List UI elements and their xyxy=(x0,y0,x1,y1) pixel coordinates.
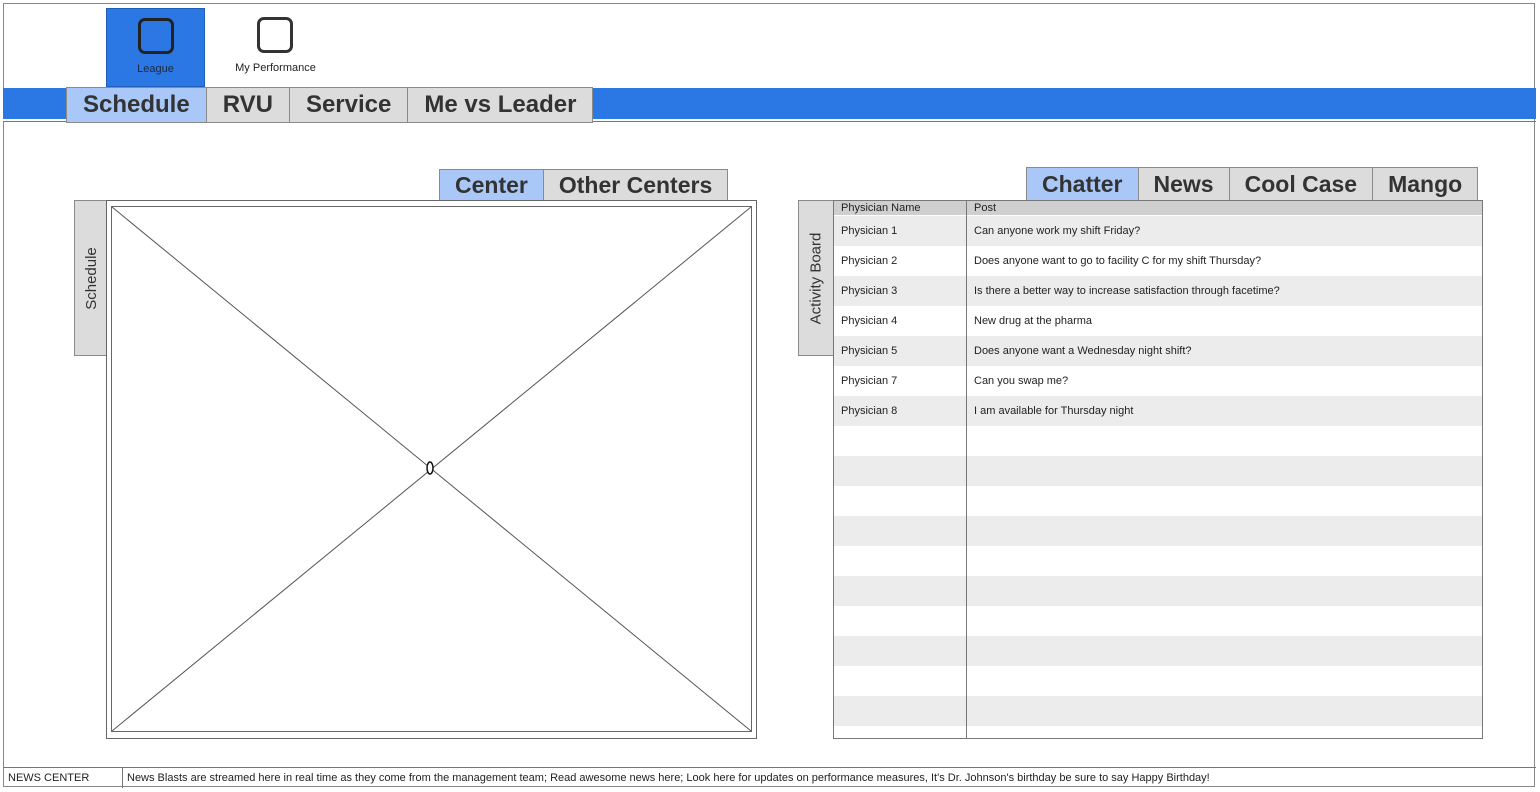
post-cell xyxy=(967,666,1482,696)
physician-name-cell xyxy=(834,576,967,606)
physician-name-cell xyxy=(834,426,967,456)
activity-board-side-tab[interactable]: Activity Board xyxy=(798,200,834,356)
table-row xyxy=(834,696,1482,726)
tab-cool-case[interactable]: Cool Case xyxy=(1228,167,1374,201)
table-row xyxy=(834,546,1482,576)
physician-name-cell: Physician 2 xyxy=(841,255,898,267)
tab-chatter[interactable]: Chatter xyxy=(1026,167,1139,201)
placeholder-cross xyxy=(112,207,751,731)
news-center-bar: NEWS CENTER News Blasts are streamed her… xyxy=(3,767,1536,788)
tab-me-vs-leader[interactable]: Me vs Leader xyxy=(407,87,594,123)
column-divider xyxy=(966,201,967,738)
news-ticker-text: News Blasts are streamed here in real ti… xyxy=(127,772,1210,784)
square-icon xyxy=(138,18,174,54)
table-row xyxy=(834,636,1482,666)
table-row[interactable]: Physician 2 Does anyone want to go to fac… xyxy=(834,246,1482,276)
post-cell: New drug at the pharma xyxy=(974,315,1093,327)
physician-name-cell: Physician 3 xyxy=(841,285,898,297)
table-row xyxy=(834,726,1482,738)
tab-schedule[interactable]: Schedule xyxy=(66,87,207,123)
post-cell xyxy=(967,456,1482,486)
physician-name-cell xyxy=(834,516,967,546)
league-button[interactable]: League xyxy=(106,8,205,87)
activity-subtabs: Chatter News Cool Case Mango xyxy=(1026,167,1479,201)
table-row xyxy=(834,666,1482,696)
post-cell: Can you swap me? xyxy=(974,375,1069,387)
post-cell xyxy=(967,546,1482,576)
tab-news[interactable]: News xyxy=(1137,167,1230,201)
activity-table: Physician Name Post Physician 1 Can anyon… xyxy=(833,200,1483,739)
table-row xyxy=(834,576,1482,606)
square-icon xyxy=(257,17,293,53)
post-cell xyxy=(967,606,1482,636)
schedule-side-label: Schedule xyxy=(83,246,100,310)
post-cell xyxy=(967,486,1482,516)
physician-name-cell: Physician 5 xyxy=(841,345,898,357)
post-cell xyxy=(967,576,1482,606)
news-center-label: NEWS CENTER xyxy=(8,772,90,784)
league-label: League xyxy=(137,63,174,75)
activity-board-side-label: Activity Board xyxy=(807,232,825,324)
tab-rvu[interactable]: RVU xyxy=(205,87,290,123)
column-header-post: Post xyxy=(974,202,997,214)
post-cell xyxy=(967,636,1482,666)
table-row[interactable]: Physician 8 I am available for Thursday n… xyxy=(834,396,1482,426)
post-cell xyxy=(967,426,1482,456)
table-row[interactable]: Physician 3 Is there a better way to incr… xyxy=(834,276,1482,306)
my-performance-button[interactable]: My Performance xyxy=(226,8,325,87)
table-header: Physician Name Post xyxy=(834,201,1482,215)
table-row[interactable]: Physician 1 Can anyone work my shift Frid… xyxy=(834,216,1482,246)
tab-mango[interactable]: Mango xyxy=(1372,167,1479,201)
post-cell: Does anyone want to go to facility C for… xyxy=(974,255,1262,267)
table-row[interactable]: Physician 4 New drug at the pharma xyxy=(834,306,1482,336)
tab-service[interactable]: Service xyxy=(288,87,409,123)
table-row xyxy=(834,426,1482,456)
physician-name-cell xyxy=(834,606,967,636)
post-cell: Is there a better way to increase satisf… xyxy=(974,285,1280,297)
post-cell: Does anyone want a Wednesday night shift… xyxy=(974,345,1192,357)
my-performance-label: My Performance xyxy=(235,62,316,74)
physician-name-cell: Physician 4 xyxy=(841,315,898,327)
physician-name-cell: Physician 7 xyxy=(841,375,898,387)
physician-name-cell xyxy=(834,456,967,486)
physician-name-cell xyxy=(834,666,967,696)
physician-name-cell xyxy=(834,726,967,738)
physician-name-cell: Physician 8 xyxy=(841,405,898,417)
physician-name-cell xyxy=(834,546,967,576)
table-row[interactable]: Physician 5 Does anyone want a Wednesday … xyxy=(834,336,1482,366)
schedule-side-tab[interactable]: Schedule xyxy=(74,200,109,356)
news-divider xyxy=(122,768,123,788)
table-row xyxy=(834,606,1482,636)
main-tabs: Schedule RVU Service Me vs Leader xyxy=(66,87,594,123)
post-cell xyxy=(967,726,1482,738)
post-cell: Can anyone work my shift Friday? xyxy=(974,225,1141,237)
post-cell: I am available for Thursday night xyxy=(974,405,1134,417)
physician-name-cell xyxy=(834,636,967,666)
tab-center[interactable]: Center xyxy=(439,169,544,201)
table-row[interactable]: Physician 7 Can you swap me? xyxy=(834,366,1482,396)
physician-name-cell xyxy=(834,486,967,516)
schedule-image-placeholder xyxy=(106,200,757,739)
post-cell xyxy=(967,696,1482,726)
column-header-physician: Physician Name xyxy=(841,202,921,214)
tab-other-centers[interactable]: Other Centers xyxy=(542,169,729,201)
table-row xyxy=(834,516,1482,546)
table-row xyxy=(834,456,1482,486)
schedule-subtabs: Center Other Centers xyxy=(439,169,729,201)
physician-name-cell xyxy=(834,696,967,726)
physician-name-cell: Physician 1 xyxy=(841,225,898,237)
table-row xyxy=(834,486,1482,516)
post-cell xyxy=(967,516,1482,546)
